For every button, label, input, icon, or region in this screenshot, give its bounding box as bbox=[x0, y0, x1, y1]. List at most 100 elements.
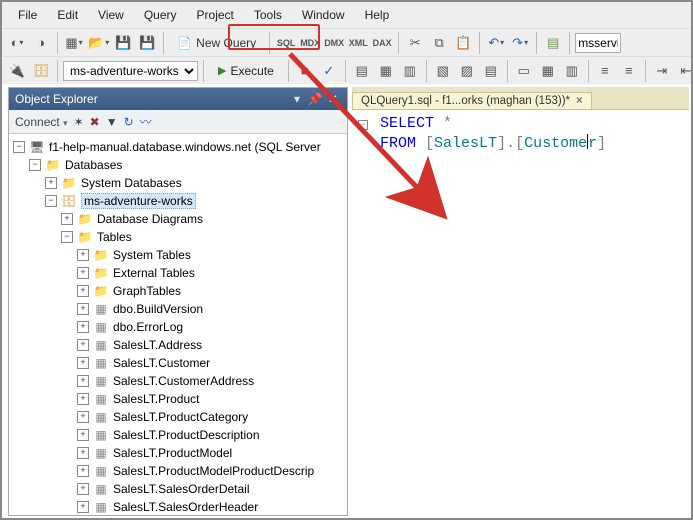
panel-close-icon[interactable]: ✕ bbox=[325, 92, 341, 106]
menu-view[interactable]: View bbox=[88, 5, 134, 25]
menu-bar: File Edit View Query Project Tools Windo… bbox=[2, 2, 691, 28]
panel-dropdown-icon[interactable]: ▾ bbox=[289, 92, 305, 106]
nav-fwd-button[interactable]: ◑ bbox=[30, 32, 52, 54]
tab-close-icon[interactable]: × bbox=[576, 95, 583, 107]
query-options-button[interactable]: ▦ bbox=[375, 60, 397, 82]
sql-editor[interactable]: − SELECT * FROM [SalesLT].[Customer] bbox=[352, 109, 689, 516]
indent-button[interactable]: ⇥ bbox=[651, 60, 673, 82]
engine-icon: SQL bbox=[277, 38, 296, 48]
tree-graphtables-node[interactable]: +📁GraphTables bbox=[11, 282, 345, 300]
table-icon: ▦ bbox=[93, 374, 109, 388]
menu-window[interactable]: Window bbox=[292, 5, 355, 25]
client-stats-button[interactable]: ▤ bbox=[480, 60, 502, 82]
tree-tables-node[interactable]: −📁Tables bbox=[11, 228, 345, 246]
paste-button[interactable]: 📋 bbox=[452, 32, 474, 54]
menu-help[interactable]: Help bbox=[355, 5, 400, 25]
new-project-button[interactable]: ▦▾ bbox=[63, 32, 85, 54]
folder-icon: 📁 bbox=[93, 266, 109, 280]
filter-icon[interactable]: ▼ bbox=[106, 115, 118, 129]
tree-diagrams-node[interactable]: +📁Database Diagrams bbox=[11, 210, 345, 228]
tree-databases-node[interactable]: −📁Databases bbox=[11, 156, 345, 174]
tree-table-node[interactable]: +▦SalesLT.Customer bbox=[11, 354, 345, 372]
mdx-query-button[interactable]: MDX bbox=[299, 32, 321, 54]
undo-button[interactable]: ↶▾ bbox=[485, 32, 507, 54]
disconnect-icon[interactable]: ✶ bbox=[74, 115, 84, 129]
dmx-query-button[interactable]: DMX bbox=[323, 32, 345, 54]
save-button[interactable]: 💾 bbox=[112, 32, 134, 54]
menu-query[interactable]: Query bbox=[134, 5, 187, 25]
save-all-button[interactable]: 💾 bbox=[136, 32, 158, 54]
tree-systables-node[interactable]: +📁System Tables bbox=[11, 246, 345, 264]
standard-toolbar: ◐▾ ◑ ▦▾ 📂▾ 💾 💾 📄 New Query SQL MDX DMX X… bbox=[2, 28, 691, 56]
undo-icon: ↶ bbox=[488, 35, 499, 51]
results-file-button[interactable]: ▥ bbox=[561, 60, 583, 82]
server-combo[interactable] bbox=[575, 33, 621, 53]
xmla-query-button[interactable]: XML bbox=[347, 32, 369, 54]
database-combo[interactable]: ms-adventure-works bbox=[63, 61, 198, 81]
cut-button[interactable]: ✂ bbox=[404, 32, 426, 54]
tree-table-node[interactable]: +▦SalesLT.SalesOrderHeader bbox=[11, 498, 345, 515]
registered-servers-button[interactable]: ▤ bbox=[542, 32, 564, 54]
editor-tab[interactable]: QLQuery1.sql - f1...orks (maghan (153))*… bbox=[352, 92, 592, 109]
tree-table-node[interactable]: +▦SalesLT.ProductModelProductDescrip bbox=[11, 462, 345, 480]
tree-server-node[interactable]: −🖥f1-help-manual.database.windows.net (S… bbox=[11, 138, 345, 156]
redo-button[interactable]: ↷▾ bbox=[509, 32, 531, 54]
uncomment-button[interactable]: ≡ bbox=[618, 60, 640, 82]
tree-table-node[interactable]: +▦SalesLT.SalesOrderDetail bbox=[11, 480, 345, 498]
tree-table-node[interactable]: +▦SalesLT.ProductModel bbox=[11, 444, 345, 462]
folder-icon: 📁 bbox=[77, 230, 93, 244]
menu-project[interactable]: Project bbox=[187, 5, 244, 25]
panel-pin-icon[interactable]: 📌 bbox=[307, 92, 323, 106]
cancel-query-button[interactable]: ■ bbox=[294, 60, 316, 82]
stop-icon-2[interactable]: ✖ bbox=[90, 115, 100, 129]
table-icon: ▦ bbox=[93, 500, 109, 514]
tree-table-node[interactable]: +▦dbo.BuildVersion bbox=[11, 300, 345, 318]
menu-edit[interactable]: Edit bbox=[47, 5, 88, 25]
dax-query-button[interactable]: DAX bbox=[371, 32, 393, 54]
comment-icon: ≡ bbox=[601, 63, 609, 78]
nav-back-button[interactable]: ◐▾ bbox=[6, 32, 28, 54]
include-plan-button[interactable]: ▧ bbox=[432, 60, 454, 82]
results-grid-icon: ▦ bbox=[542, 63, 554, 79]
outdent-icon: ⇤ bbox=[680, 63, 691, 79]
tree-table-node[interactable]: +▦SalesLT.ProductDescription bbox=[11, 426, 345, 444]
open-button[interactable]: 📂▾ bbox=[87, 32, 110, 54]
menu-file[interactable]: File bbox=[8, 5, 47, 25]
new-query-button[interactable]: 📄 New Query bbox=[169, 34, 264, 52]
object-explorer-tree[interactable]: −🖥f1-help-manual.database.windows.net (S… bbox=[9, 134, 347, 515]
tree-table-node[interactable]: +▦dbo.ErrorLog bbox=[11, 318, 345, 336]
results-grid-button[interactable]: ▦ bbox=[537, 60, 559, 82]
connect-button[interactable]: Connect ▾ bbox=[15, 115, 68, 129]
copy-button[interactable]: ⧉ bbox=[428, 32, 450, 54]
folder-icon: 📁 bbox=[93, 248, 109, 262]
client-stats-icon: ▤ bbox=[485, 63, 497, 79]
menu-tools[interactable]: Tools bbox=[244, 5, 292, 25]
tree-table-node[interactable]: +▦SalesLT.ProductCategory bbox=[11, 408, 345, 426]
fold-icon[interactable]: − bbox=[358, 120, 368, 130]
server-icon: 🖥 bbox=[29, 140, 45, 154]
live-stats-button[interactable]: ▨ bbox=[456, 60, 478, 82]
outdent-button[interactable]: ⇤ bbox=[675, 60, 693, 82]
object-explorer-panel: Object Explorer ▾ 📌 ✕ Connect ▾ ✶ ✖ ▼ ↻ … bbox=[8, 87, 348, 516]
intellisense-button[interactable]: ▥ bbox=[399, 60, 421, 82]
table-icon: ▦ bbox=[93, 446, 109, 460]
execute-button[interactable]: ▶ Execute bbox=[209, 60, 283, 82]
object-explorer-toolbar: Connect ▾ ✶ ✖ ▼ ↻ 〰 bbox=[9, 110, 347, 134]
tree-userdb-node[interactable]: −🗄ms-adventure-works bbox=[11, 192, 345, 210]
change-connection-button[interactable]: 🔌 bbox=[6, 60, 28, 82]
display-plan-button[interactable]: ▤ bbox=[351, 60, 373, 82]
parse-button[interactable]: ✓ bbox=[318, 60, 340, 82]
tree-sysdb-node[interactable]: +📁System Databases bbox=[11, 174, 345, 192]
refresh-icon[interactable]: ↻ bbox=[124, 115, 134, 129]
tree-table-node[interactable]: +▦SalesLT.CustomerAddress bbox=[11, 372, 345, 390]
save-icon: 💾 bbox=[115, 35, 131, 51]
tree-exttables-node[interactable]: +📁External Tables bbox=[11, 264, 345, 282]
available-db-button[interactable]: 🗄 bbox=[30, 60, 52, 82]
engine-query-button[interactable]: SQL bbox=[275, 32, 297, 54]
comment-button[interactable]: ≡ bbox=[594, 60, 616, 82]
activity-icon[interactable]: 〰 bbox=[140, 113, 152, 130]
tree-table-node[interactable]: +▦SalesLT.Address bbox=[11, 336, 345, 354]
table-icon: ▦ bbox=[93, 392, 109, 406]
tree-table-node[interactable]: +▦SalesLT.Product bbox=[11, 390, 345, 408]
results-text-button[interactable]: ▭ bbox=[513, 60, 535, 82]
